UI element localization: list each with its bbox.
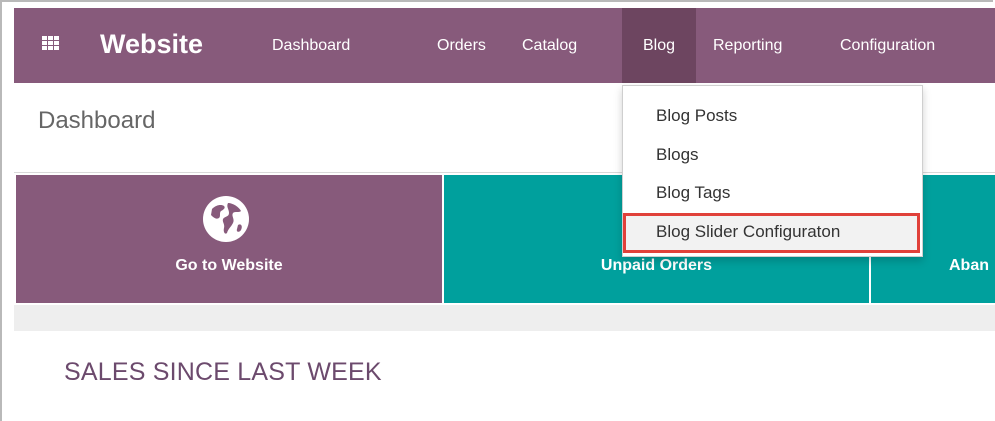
app-brand[interactable]: Website bbox=[100, 27, 203, 61]
dropdown-item-blog-posts[interactable]: Blog Posts bbox=[656, 106, 737, 126]
sales-section-title: SALES SINCE LAST WEEK bbox=[64, 358, 382, 386]
abandoned-carts-label: Aban bbox=[949, 257, 989, 274]
top-navbar: Website Dashboard Orders Catalog Blog Re… bbox=[14, 8, 995, 83]
page-title: Dashboard bbox=[38, 107, 156, 134]
menu-configuration[interactable]: Configuration bbox=[840, 8, 935, 83]
menu-catalog[interactable]: Catalog bbox=[522, 8, 577, 83]
menu-reporting[interactable]: Reporting bbox=[713, 8, 782, 83]
globe-icon bbox=[203, 196, 249, 242]
apps-grid-icon[interactable] bbox=[42, 36, 59, 51]
menu-dashboard[interactable]: Dashboard bbox=[272, 8, 350, 83]
go-to-website-label: Go to Website bbox=[175, 257, 283, 274]
menu-orders[interactable]: Orders bbox=[437, 8, 486, 83]
dropdown-item-blog-tags[interactable]: Blog Tags bbox=[656, 183, 730, 203]
blog-dropdown-menu: Blog Posts Blogs Blog Tags Blog Slider C… bbox=[622, 85, 923, 257]
section-separator bbox=[14, 305, 995, 331]
go-to-website-tile[interactable]: Go to Website bbox=[16, 175, 442, 303]
menu-blog[interactable]: Blog bbox=[622, 8, 696, 83]
unpaid-orders-label: Unpaid Orders bbox=[600, 257, 713, 274]
dropdown-item-blog-slider-configuration[interactable]: Blog Slider Configuraton bbox=[656, 222, 840, 242]
dropdown-item-blogs[interactable]: Blogs bbox=[656, 145, 699, 165]
